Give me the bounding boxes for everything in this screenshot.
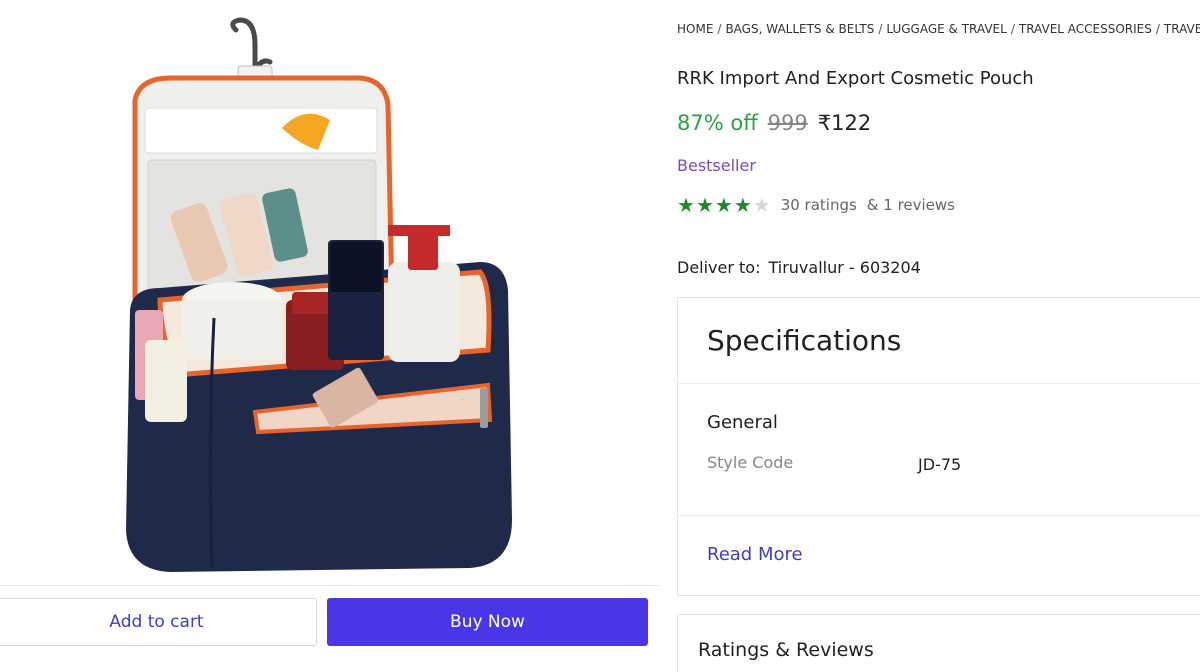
breadcrumb-bags[interactable]: BAGS, WALLETS & BELTS — [725, 22, 874, 36]
specifications-title: Specifications — [707, 324, 902, 357]
breadcrumb-separator: / — [1155, 22, 1160, 36]
breadcrumb-travel-pouches[interactable]: TRAVEL PO — [1164, 22, 1200, 36]
read-more-link[interactable]: Read More — [707, 544, 803, 565]
star-icon: ★ — [695, 193, 714, 217]
add-to-cart-button[interactable]: Add to cart — [0, 598, 317, 646]
product-title: RRK Import And Export Cosmetic Pouch — [677, 68, 1034, 89]
breadcrumb-home[interactable]: HOME — [677, 22, 713, 36]
delivery-location[interactable]: Deliver to: Tiruvallur - 603204 — [677, 258, 921, 277]
mrp-price: 999 — [767, 111, 808, 135]
star-icon: ★ — [677, 193, 695, 217]
reviews-count: & 1 reviews — [866, 196, 955, 214]
ratings-reviews-card: Ratings & Reviews — [677, 614, 1200, 672]
breadcrumb-luggage[interactable]: LUGGAGE & TRAVEL — [886, 22, 1006, 36]
breadcrumb-separator: / — [1010, 22, 1015, 36]
specifications-card: Specifications General Style Code JD-75 … — [677, 297, 1200, 596]
breadcrumb: HOME / BAGS, WALLETS & BELTS / LUGGAGE & TRA… — [677, 22, 1200, 36]
delivery-label: Deliver to: — [677, 258, 761, 277]
star-icon: ★ — [733, 193, 752, 217]
breadcrumb-travel-accessories[interactable]: TRAVEL ACCESSORIES — [1019, 22, 1152, 36]
divider — [678, 515, 1200, 516]
image-divider — [0, 585, 660, 586]
spec-group-title: General — [707, 412, 778, 433]
ratings-count: 30 ratings — [780, 196, 857, 214]
divider — [678, 383, 1200, 384]
selling-price: ₹122 — [817, 111, 872, 135]
star-rating: ★ ★ ★ ★ ★ — [677, 195, 771, 215]
product-image — [126, 17, 512, 572]
spec-key-style-code: Style Code — [707, 453, 794, 472]
discount-label: 87% off — [677, 111, 758, 135]
breadcrumb-separator: / — [878, 22, 883, 36]
bestseller-badge: Bestseller — [677, 156, 756, 175]
rating-row[interactable]: ★ ★ ★ ★ ★ 30 ratings & 1 reviews — [677, 195, 955, 215]
delivery-pincode: Tiruvallur - 603204 — [768, 258, 921, 277]
star-empty-icon: ★ — [752, 193, 771, 217]
buy-now-button[interactable]: Buy Now — [327, 598, 648, 646]
product-image-pane — [0, 0, 660, 585]
star-icon: ★ — [714, 193, 733, 217]
spec-value-style-code: JD-75 — [918, 455, 962, 474]
price-row: 87% off 999 ₹122 — [677, 111, 871, 135]
breadcrumb-separator: / — [717, 22, 722, 36]
product-details: HOME / BAGS, WALLETS & BELTS / LUGGAGE & TRA… — [677, 0, 1200, 672]
ratings-reviews-title: Ratings & Reviews — [698, 639, 874, 661]
